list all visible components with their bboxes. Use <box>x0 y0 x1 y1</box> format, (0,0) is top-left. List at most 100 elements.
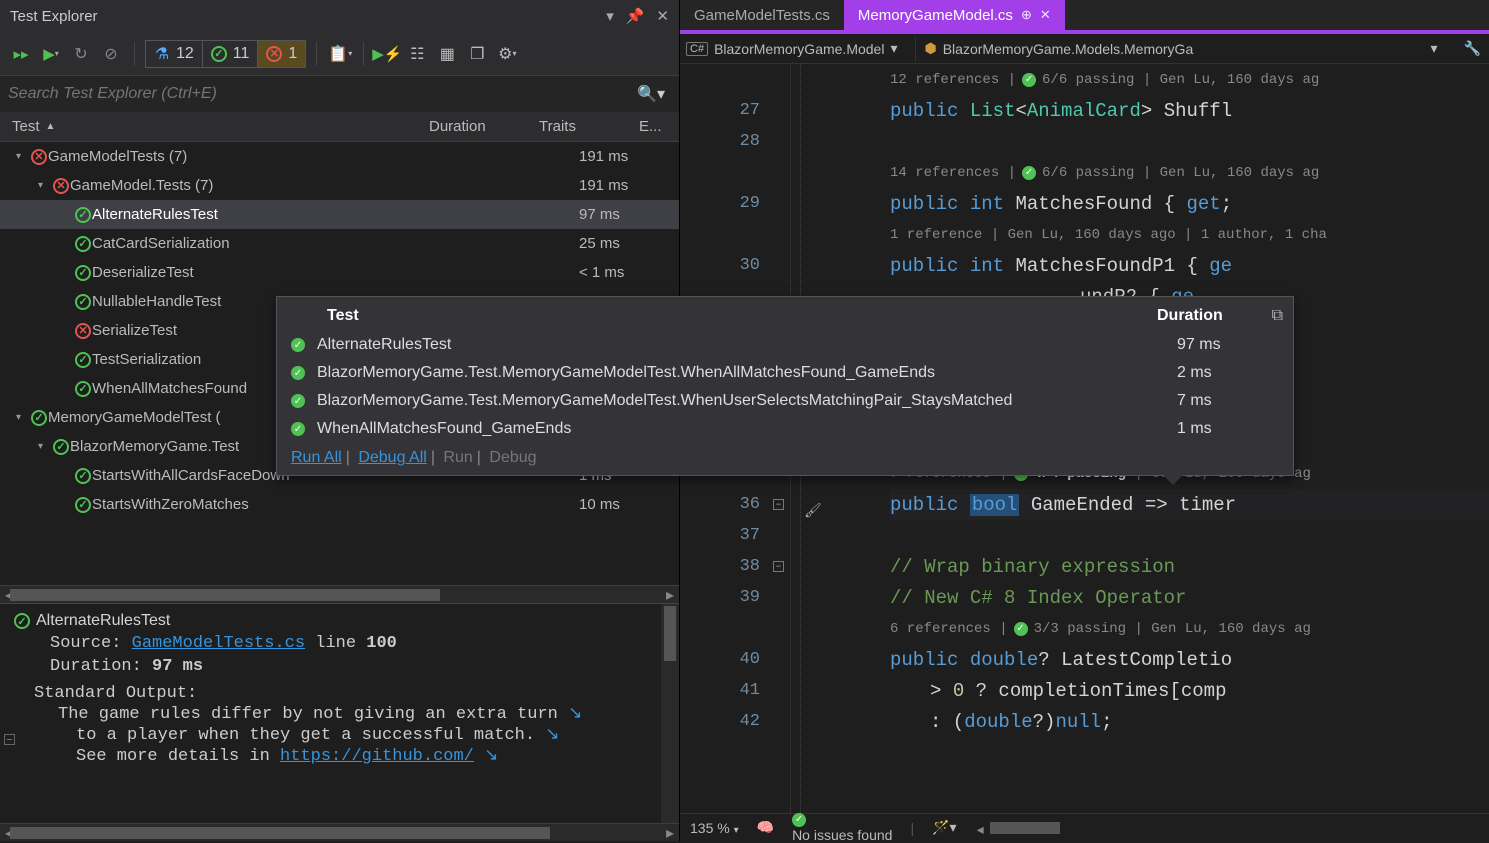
pass-icon: ✓ <box>75 352 91 368</box>
pin-icon[interactable]: ⊕ <box>1021 7 1032 23</box>
col-traits[interactable]: Traits <box>539 118 639 135</box>
test-row[interactable]: ▾✕ GameModelTests (7)191 ms <box>0 142 679 171</box>
filter-all[interactable]: ⚗12 <box>146 41 203 67</box>
test-row[interactable]: ✓ StartsWithZeroMatches10 ms <box>0 490 679 519</box>
search-input[interactable] <box>8 85 631 103</box>
codelens[interactable]: 12 references | ✓ 6/6 passing | Gen Lu, … <box>890 64 1489 95</box>
detail-v-scrollbar[interactable] <box>661 604 679 823</box>
fold-icon[interactable]: − <box>773 499 784 510</box>
document-tabs: GameModelTests.cs MemoryGameModel.cs ⊕ ✕ <box>680 0 1489 34</box>
code-line: public List<AnimalCard> Shuffl <box>890 95 1489 126</box>
stop-button[interactable]: ⊘ <box>98 41 124 67</box>
zoom-level[interactable]: 135 % ▾ <box>690 820 739 836</box>
brain-icon[interactable]: 🧠 <box>757 819 774 836</box>
pass-icon: ✓ <box>75 497 91 513</box>
line-number <box>680 219 790 250</box>
test-row[interactable]: ✓ CatCardSerialization25 ms <box>0 229 679 258</box>
code-line: // New C# 8 Index Operator <box>890 582 1489 613</box>
expander-icon[interactable]: ▾ <box>38 441 52 452</box>
collapse-button[interactable]: ❐ <box>464 41 490 67</box>
detail-test-title: AlternateRulesTest <box>36 612 170 630</box>
popup-test-row[interactable]: ✓AlternateRulesTest97 ms <box>291 331 1277 359</box>
col-error[interactable]: E... <box>639 118 679 135</box>
filter-failed[interactable]: ✕1 <box>258 41 305 67</box>
fail-icon: ✕ <box>53 178 69 194</box>
code-line: public double? LatestCompletio <box>890 644 1489 675</box>
tree-h-scrollbar[interactable]: ◂▸ <box>0 585 679 603</box>
context-member[interactable]: ⬢ BlazorMemoryGame.Models.MemoryGa ▾ <box>924 40 1447 57</box>
run-after-build-button[interactable]: ▶⚡ <box>374 41 400 67</box>
pin-icon[interactable]: 📌 <box>626 7 645 25</box>
expander-icon[interactable]: ▾ <box>38 180 52 191</box>
filter-passed[interactable]: ✓11 <box>203 41 259 67</box>
editor-status-bar: 135 % ▾ 🧠 ✓ No issues found | 🪄▾ ◂ <box>680 813 1489 841</box>
tab-gamemodeltests[interactable]: GameModelTests.cs <box>680 0 844 30</box>
run-link: Run <box>443 449 472 466</box>
popup-test-row[interactable]: ✓BlazorMemoryGame.Test.MemoryGameModelTe… <box>291 387 1277 415</box>
line-number: 37 <box>680 520 790 551</box>
codelens[interactable]: 14 references | ✓ 6/6 passing | Gen Lu, … <box>890 157 1489 188</box>
popup-col-duration: Duration <box>1157 307 1277 325</box>
pass-icon: ✓ <box>291 338 305 352</box>
line-number: 40 <box>680 644 790 675</box>
close-icon[interactable]: ✕ <box>656 7 669 25</box>
pass-icon: ✓ <box>31 410 47 426</box>
col-test[interactable]: Test▲ <box>0 118 429 135</box>
source-file-link[interactable]: GameModelTests.cs <box>132 634 305 653</box>
run-all-link[interactable]: Run All <box>291 449 342 466</box>
issues-status[interactable]: ✓ No issues found <box>792 813 892 843</box>
fold-icon[interactable]: − <box>773 561 784 572</box>
pass-icon: ✓ <box>75 381 91 397</box>
line-number: 100 <box>366 634 397 653</box>
source-label: Source: <box>50 634 121 653</box>
popout-icon[interactable]: ⧉ <box>1272 307 1283 325</box>
test-duration: 191 ms <box>579 177 659 194</box>
editor-h-scrollbar[interactable]: ◂ <box>985 821 1479 835</box>
popup-test-name: WhenAllMatchesFound_GameEnds <box>317 420 1165 438</box>
col-duration[interactable]: Duration <box>429 118 539 135</box>
brush-icon[interactable]: 🖌 <box>804 502 822 519</box>
codelens[interactable]: 1 reference | Gen Lu, 160 days ago | 1 a… <box>890 219 1489 250</box>
popup-test-row[interactable]: ✓BlazorMemoryGame.Test.MemoryGameModelTe… <box>291 359 1277 387</box>
std-output-label: Standard Output: <box>34 684 665 703</box>
detail-h-scrollbar[interactable]: ◂▸ <box>0 823 679 841</box>
pass-icon: ✓ <box>75 294 91 310</box>
test-duration: < 1 ms <box>579 264 659 281</box>
popup-test-row[interactable]: ✓WhenAllMatchesFound_GameEnds1 ms <box>291 415 1277 443</box>
github-link[interactable]: https://github.com/ <box>280 747 474 766</box>
settings-button[interactable]: ⚙▾ <box>494 41 520 67</box>
hierarchy-button[interactable]: ☷ <box>404 41 430 67</box>
expander-icon[interactable]: ▾ <box>16 151 30 162</box>
pass-icon: ✓ <box>75 207 91 223</box>
expander-icon[interactable]: ▾ <box>16 412 30 423</box>
code-line: public bool GameEnded => timer <box>890 489 1489 520</box>
expand-button[interactable]: ▦ <box>434 41 460 67</box>
dropdown-icon[interactable]: ▾ <box>606 7 614 25</box>
debug-all-link[interactable]: Debug All <box>358 449 427 466</box>
code-line: > 0 ? completionTimes[comp <box>890 675 1489 706</box>
collapse-icon[interactable]: − <box>4 734 15 745</box>
close-tab-icon[interactable]: ✕ <box>1040 7 1051 23</box>
codelens[interactable]: 6 references | ✓ 3/3 passing | Gen Lu, 1… <box>890 613 1489 644</box>
run-button[interactable]: ▶ ▾ <box>38 41 64 67</box>
test-row[interactable]: ✓ AlternateRulesTest97 ms <box>0 200 679 229</box>
line-number: 38− <box>680 551 790 582</box>
pass-icon: ✓ <box>75 468 91 484</box>
test-row[interactable]: ▾✕ GameModel.Tests (7)191 ms <box>0 171 679 200</box>
tab-memorygamemodel[interactable]: MemoryGameModel.cs ⊕ ✕ <box>844 0 1065 30</box>
context-namespace[interactable]: C# BlazorMemoryGame.Model ▾ <box>680 40 907 57</box>
code-line: // Wrap binary expression <box>890 551 1489 582</box>
test-name: CatCardSerialization <box>92 235 579 252</box>
context-bar: C# BlazorMemoryGame.Model ▾ ⬢ BlazorMemo… <box>680 34 1489 64</box>
std-line: to a player when they get a successful m… <box>76 724 665 745</box>
popup-actions: Run All| Debug All| Run| Debug <box>291 449 1277 467</box>
line-number: 39 <box>680 582 790 613</box>
wrench-icon[interactable]: 🔧 <box>1456 40 1489 57</box>
wand-icon[interactable]: 🪄▾ <box>932 819 966 836</box>
test-row[interactable]: ✓ DeserializeTest< 1 ms <box>0 258 679 287</box>
line-number: 29 <box>680 188 790 219</box>
run-all-button[interactable]: ▸▸ <box>8 41 34 67</box>
playlist-button[interactable]: 📋▾ <box>327 41 353 67</box>
repeat-button[interactable]: ↻ <box>68 41 94 67</box>
search-icon[interactable]: 🔍▾ <box>631 84 671 104</box>
